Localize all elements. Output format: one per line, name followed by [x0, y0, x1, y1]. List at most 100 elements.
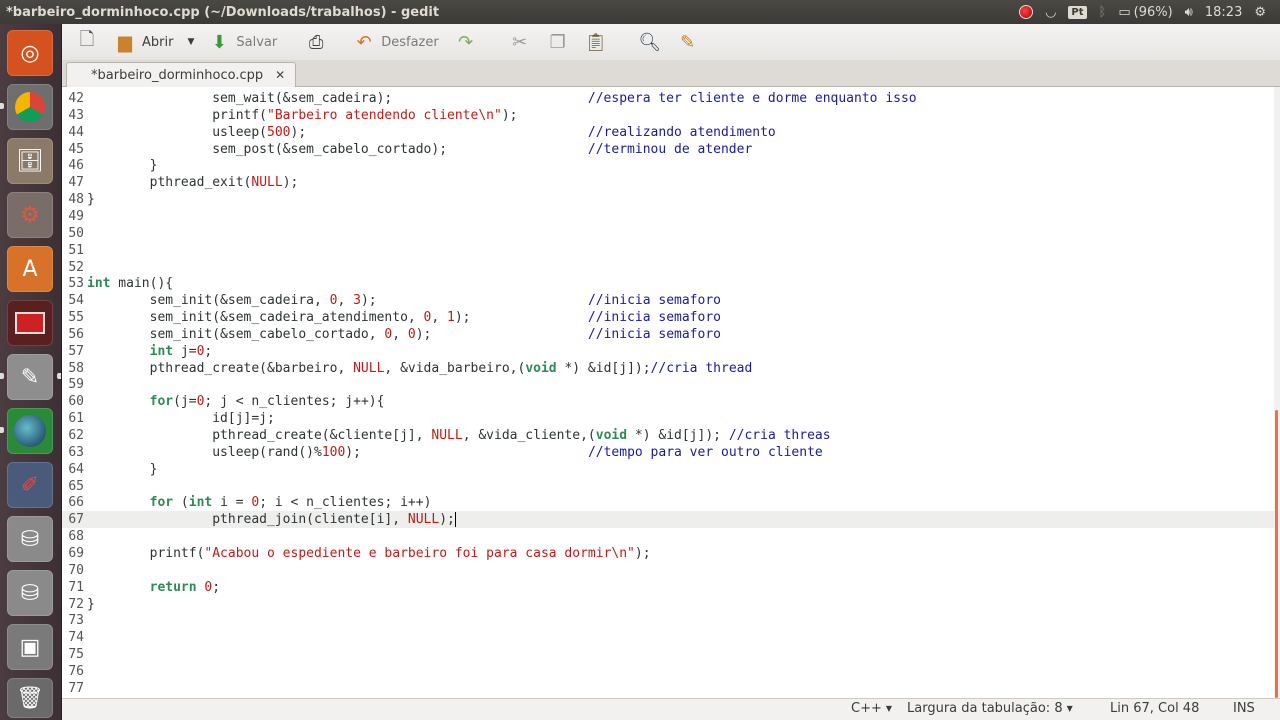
code-line[interactable]: 68	[62, 528, 1274, 545]
code-editor[interactable]: 42 sem_wait(&sem_cadeira); //espera ter …	[62, 87, 1274, 698]
redo-button[interactable]: ↷	[447, 27, 485, 57]
launcher-item-trash[interactable]: 🗑︎	[7, 678, 53, 718]
record-indicator[interactable]	[1019, 5, 1034, 19]
find-replace-button[interactable]: ✎	[669, 27, 707, 57]
sound-indicator[interactable]: 🔊︎	[1185, 5, 1193, 20]
launcher-item-gedit[interactable]: ✎	[7, 354, 53, 400]
tab-width-selector[interactable]: Largura da tabulação: 8 ▼	[907, 701, 1073, 716]
code-text: id[j]=j;	[87, 411, 275, 427]
line-number: 60	[68, 394, 84, 410]
launcher-item-files[interactable]: 🗄︎	[7, 138, 53, 184]
code-text: }	[87, 596, 95, 612]
line-number: 42	[68, 91, 84, 106]
code-line[interactable]: 49	[62, 208, 1274, 225]
find-button[interactable]: 🔍︎	[631, 27, 669, 57]
copy-button[interactable]: ❐	[539, 27, 577, 57]
line-number: 43	[68, 107, 84, 123]
code-line[interactable]: 59	[62, 376, 1274, 393]
code-line[interactable]: 42 sem_wait(&sem_cadeira); //espera ter …	[62, 90, 1274, 107]
code-line[interactable]: 50	[62, 225, 1274, 242]
code-line[interactable]: 62 pthread_create(&cliente[j], NULL, &vi…	[62, 427, 1274, 444]
battery-indicator[interactable]: ▭ (96%)	[1118, 5, 1172, 20]
code-line[interactable]: 63 usleep(rand()%100); //tempo para ver …	[62, 444, 1274, 461]
line-number: 55	[68, 310, 84, 326]
code-text: usleep(rand()%100); //tempo para ver out…	[87, 444, 823, 460]
launcher-item-ubuntu-dash[interactable]: ◎	[7, 30, 53, 76]
print-button[interactable]: ⎙	[297, 27, 335, 57]
paste-button[interactable]: 📋︎	[577, 27, 615, 57]
code-line[interactable]: 72}	[62, 596, 1274, 613]
code-line[interactable]: 47 pthread_exit(NULL);	[62, 174, 1274, 191]
window-title: *barbeiro_dorminhoco.cpp (~/Downloads/tr…	[6, 4, 440, 20]
line-number: 68	[68, 529, 84, 545]
open-recent-dropdown[interactable]: ▼	[181, 27, 200, 57]
gear-icon: ⚙	[1254, 4, 1266, 20]
line-number: 64	[68, 461, 84, 477]
code-line[interactable]: 43 printf("Barbeiro atendendo cliente\n"…	[62, 107, 1274, 124]
launcher-item-drawing-app[interactable]: ✐	[7, 462, 53, 508]
launcher-item-system-settings[interactable]: ⚙	[7, 192, 53, 238]
close-icon[interactable]: ✕	[275, 68, 285, 82]
code-line[interactable]: 73	[62, 612, 1274, 629]
code-line[interactable]: 45 sem_post(&sem_cabelo_cortado); //term…	[62, 141, 1274, 158]
code-line[interactable]: 70	[62, 562, 1274, 579]
code-line[interactable]: 57 int j=0;	[62, 343, 1274, 360]
new-document-button[interactable]: 🗋︎	[68, 27, 106, 57]
save-button[interactable]: ⬇ Salvar	[200, 27, 285, 57]
session-indicator[interactable]: ⚙	[1254, 5, 1266, 20]
code-line[interactable]: 54 sem_init(&sem_cadeira, 0, 3); //inici…	[62, 292, 1274, 309]
launcher-item-media-player[interactable]: ▣	[7, 624, 53, 670]
code-line[interactable]: 75	[62, 646, 1274, 663]
toolbar: 🗋︎ ▆ Abrir ▼ ⬇ Salvar ⎙ ↶ Desfazer ↷ ✂ ❐ 📋︎…	[62, 24, 1280, 60]
redo-icon: ↷	[458, 31, 474, 53]
code-line[interactable]: 65	[62, 478, 1274, 495]
bluetooth-indicator[interactable]: ᛒ	[1099, 5, 1107, 20]
code-text: pthread_create(&barbeiro, NULL, &vida_ba…	[87, 360, 753, 376]
code-line[interactable]: 76	[62, 663, 1274, 680]
line-number: 61	[68, 411, 84, 427]
code-line[interactable]: 56 sem_init(&sem_cabelo_cortado, 0, 0); …	[62, 326, 1274, 343]
copy-icon: ❐	[549, 31, 566, 53]
line-number: 67	[68, 512, 84, 528]
code-line[interactable]: 52	[62, 259, 1274, 276]
line-number: 76	[68, 663, 84, 679]
code-line[interactable]: 46 }	[62, 157, 1274, 174]
code-text: pthread_join(cliente[i], NULL);	[87, 512, 456, 528]
code-line[interactable]: 66 for (int i = 0; i < n_clientes; i++)	[62, 494, 1274, 511]
launcher-item-drive-2[interactable]: ⛁	[7, 570, 53, 616]
open-button[interactable]: ▆ Abrir	[106, 27, 181, 57]
launcher-item-terminal-app[interactable]	[7, 300, 53, 346]
code-line[interactable]: 44 usleep(500); //realizando atendimento	[62, 124, 1274, 141]
launcher-item-globe-app[interactable]	[7, 408, 53, 454]
code-line[interactable]: 48}	[62, 191, 1274, 208]
code-line[interactable]: 69 printf("Acabou o espediente e barbeir…	[62, 545, 1274, 562]
code-line[interactable]: 55 sem_init(&sem_cadeira_atendimento, 0,…	[62, 309, 1274, 326]
language-selector[interactable]: C++ ▼	[851, 701, 892, 716]
vertical-scrollbar[interactable]	[1274, 87, 1280, 698]
code-line[interactable]: 74	[62, 629, 1274, 646]
code-line[interactable]: 71 return 0;	[62, 579, 1274, 596]
tab-barbeiro-dorminhoco[interactable]: *barbeiro_dorminhoco.cpp ✕	[66, 62, 297, 87]
launcher-item-drive-1[interactable]: ⛁	[7, 516, 53, 562]
save-label: Salvar	[236, 34, 278, 50]
code-line[interactable]: 61 id[j]=j;	[62, 410, 1274, 427]
code-line[interactable]: 64 }	[62, 461, 1274, 478]
code-line[interactable]: 60 for(j=0; j < n_clientes; j++){	[62, 393, 1274, 410]
launcher-item-software-center[interactable]: A	[7, 246, 53, 292]
code-text: sem_post(&sem_cabelo_cortado); //termino…	[87, 141, 753, 157]
code-line[interactable]: 51	[62, 242, 1274, 259]
code-line[interactable]: 58 pthread_create(&barbeiro, NULL, &vida…	[62, 360, 1274, 377]
undo-button[interactable]: ↶ Desfazer	[345, 27, 447, 57]
code-line[interactable]: 77	[62, 680, 1274, 697]
launcher-item-chrome[interactable]	[7, 84, 53, 130]
line-number: 54	[68, 293, 84, 309]
scrollbar-thumb[interactable]	[1275, 410, 1278, 698]
code-line[interactable]: 67 pthread_join(cliente[i], NULL);	[62, 511, 1274, 529]
code-line[interactable]: 53 int main(){	[62, 275, 1274, 292]
keyboard-indicator[interactable]: Pt	[1068, 5, 1087, 19]
status-bar: C++ ▼ Largura da tabulação: 8 ▼ Lin 67, Co…	[62, 698, 1280, 720]
dropdown-arrow-icon: ▼	[1066, 704, 1073, 713]
cut-button[interactable]: ✂	[501, 27, 539, 57]
network-indicator[interactable]: ◡	[1045, 5, 1056, 20]
clock[interactable]: 18:23	[1205, 5, 1242, 20]
